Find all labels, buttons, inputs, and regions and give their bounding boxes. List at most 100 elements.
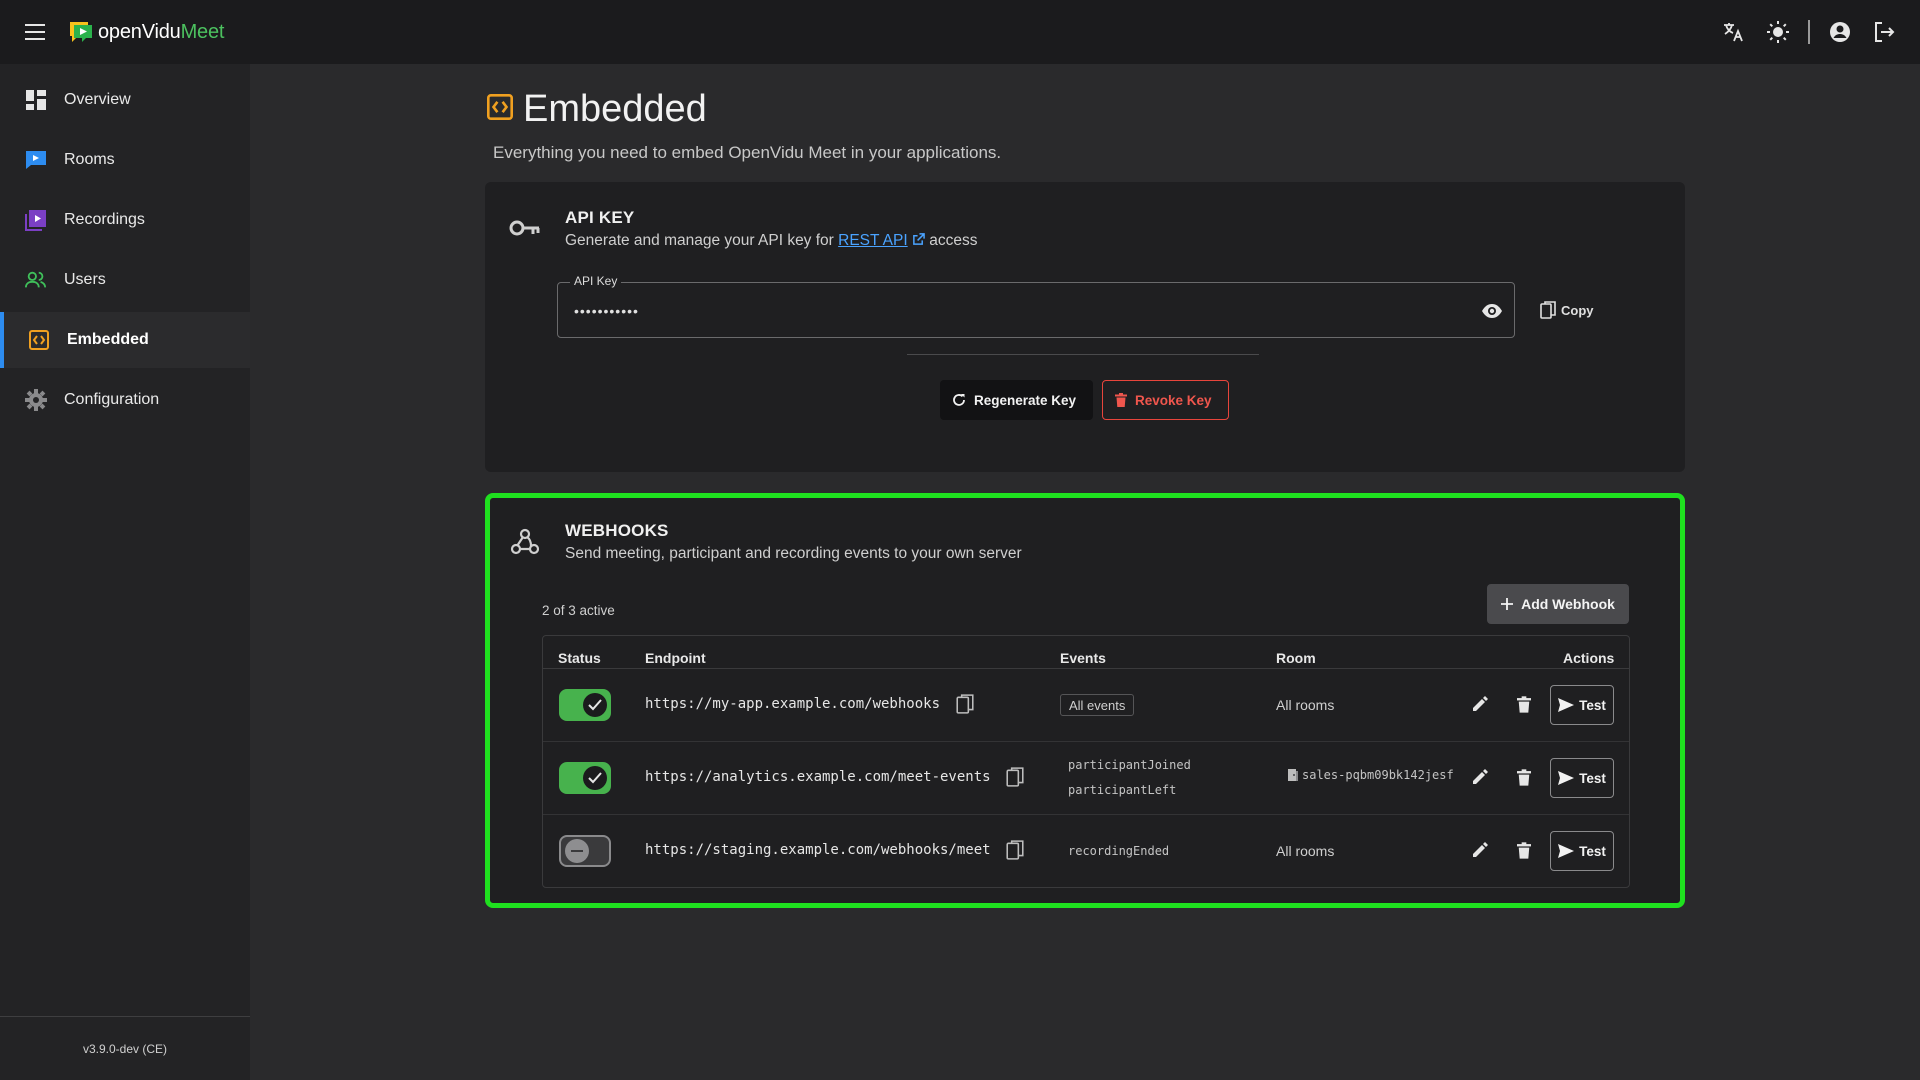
room-value: All rooms <box>1276 843 1335 859</box>
status-toggle[interactable] <box>559 689 611 721</box>
copy-icon <box>1540 301 1556 319</box>
table-row: https://my-app.example.com/webhooks All … <box>543 669 1629 742</box>
column-header-actions: Actions <box>1563 650 1615 666</box>
sidebar-item-users[interactable]: Users <box>0 252 250 308</box>
api-key-title: API KEY <box>565 208 635 227</box>
logout-icon[interactable] <box>1870 18 1898 46</box>
minus-icon <box>565 839 589 863</box>
api-key-desc-text: Generate and manage your API key for <box>565 232 839 249</box>
logo-text-open: openVidu <box>98 20 181 43</box>
revoke-key-button[interactable]: Revoke Key <box>1102 380 1229 420</box>
divider <box>907 354 1259 355</box>
test-label: Test <box>1579 697 1606 713</box>
copy-label: Copy <box>1561 302 1594 318</box>
edit-icon[interactable] <box>1467 837 1493 863</box>
sidebar-item-overview[interactable]: Overview <box>0 72 250 128</box>
api-key-desc-suffix: access <box>924 232 978 249</box>
room-name: sales-pqbm09bk142jesf <box>1302 768 1454 782</box>
top-app-bar: openViduMeet <box>0 0 1920 64</box>
api-key-description: Generate and manage your API key for RES… <box>565 232 978 250</box>
column-header-endpoint: Endpoint <box>645 650 706 666</box>
test-label: Test <box>1579 770 1606 786</box>
version-label: v3.9.0-dev (CE) <box>0 1016 250 1080</box>
column-header-status: Status <box>558 650 601 666</box>
sidebar-item-label: Rooms <box>64 151 115 168</box>
sidebar-item-embedded[interactable]: Embedded <box>0 312 250 368</box>
regenerate-key-label: Regenerate Key <box>974 392 1077 408</box>
add-webhook-button[interactable]: Add Webhook <box>1487 584 1629 624</box>
test-webhook-button[interactable]: Test <box>1550 758 1614 798</box>
send-icon <box>1558 844 1575 858</box>
video-library-icon <box>25 209 47 231</box>
account-icon[interactable] <box>1826 18 1854 46</box>
column-header-room: Room <box>1276 650 1316 666</box>
api-key-field[interactable]: API Key ••••••••••• <box>557 274 1515 338</box>
sidebar-item-label: Users <box>64 271 106 288</box>
delete-icon[interactable] <box>1511 691 1537 717</box>
brightness-icon[interactable] <box>1764 18 1792 46</box>
status-toggle[interactable] <box>559 835 611 867</box>
menu-icon[interactable] <box>18 14 54 50</box>
delete-icon[interactable] <box>1511 837 1537 863</box>
app-logo[interactable]: openViduMeet <box>68 20 224 44</box>
api-key-field-label: API Key <box>570 274 622 288</box>
add-webhook-label: Add Webhook <box>1521 596 1615 612</box>
key-icon <box>507 210 543 246</box>
webhook-endpoint: https://my-app.example.com/webhooks <box>645 696 941 712</box>
webhooks-description: Send meeting, participant and recording … <box>565 545 1022 562</box>
gear-icon <box>25 389 47 411</box>
app-name: openViduMeet <box>98 21 224 44</box>
webhook-endpoint: https://analytics.example.com/meet-event… <box>645 769 991 785</box>
translate-icon[interactable] <box>1720 18 1748 46</box>
sidebar-item-label: Overview <box>64 91 131 108</box>
api-key-card: API KEY Generate and manage your API key… <box>485 182 1685 472</box>
sidebar-item-recordings[interactable]: Recordings <box>0 192 250 248</box>
sidebar-item-label: Recordings <box>64 211 145 228</box>
external-link-icon <box>913 233 925 245</box>
test-webhook-button[interactable]: Test <box>1550 685 1614 725</box>
copy-api-key-button[interactable]: Copy <box>1540 298 1594 322</box>
copy-icon[interactable] <box>1002 837 1028 863</box>
event-name: recordingEnded <box>1068 844 1170 858</box>
users-icon <box>25 269 47 291</box>
webhook-icon <box>507 524 543 560</box>
events-chip: All events <box>1060 694 1135 716</box>
revoke-key-label: Revoke Key <box>1135 392 1212 408</box>
send-icon <box>1558 698 1575 712</box>
webhooks-table: Status Endpoint Events Room Actions http… <box>542 635 1630 888</box>
status-toggle[interactable] <box>559 762 611 794</box>
page-subtitle: Everything you need to embed OpenVidu Me… <box>493 143 1002 162</box>
check-icon <box>583 766 607 790</box>
sidebar-item-label: Embedded <box>67 331 149 348</box>
column-header-events: Events <box>1060 650 1106 666</box>
delete-icon[interactable] <box>1511 764 1537 790</box>
copy-icon[interactable] <box>1002 764 1028 790</box>
room-value: sales-pqbm09bk142jesf <box>1287 768 1454 782</box>
top-actions <box>1720 0 1898 64</box>
sidebar-item-label: Configuration <box>64 391 160 408</box>
edit-icon[interactable] <box>1467 764 1493 790</box>
edit-icon[interactable] <box>1467 691 1493 717</box>
test-webhook-button[interactable]: Test <box>1550 831 1614 871</box>
toolbar-divider <box>1808 20 1810 44</box>
room-value: All rooms <box>1276 697 1335 713</box>
chat-icon <box>25 149 47 171</box>
table-row: https://staging.example.com/webhooks/mee… <box>543 815 1629 888</box>
dashboard-icon <box>25 89 47 111</box>
eye-icon[interactable] <box>1478 297 1506 325</box>
copy-icon[interactable] <box>952 691 978 717</box>
send-icon <box>1558 771 1575 785</box>
code-icon <box>28 329 50 351</box>
regenerate-key-button[interactable]: Regenerate Key <box>940 380 1093 420</box>
code-icon <box>487 94 513 125</box>
api-key-input[interactable]: ••••••••••• <box>574 303 639 319</box>
sidebar-item-configuration[interactable]: Configuration <box>0 372 250 428</box>
sidebar: Overview Rooms Recordings Users Embedded… <box>0 64 250 1080</box>
rest-api-link[interactable]: REST API <box>838 232 908 249</box>
sidebar-item-rooms[interactable]: Rooms <box>0 132 250 188</box>
page-header: Embedded <box>487 88 707 131</box>
event-name: participantJoined <box>1068 758 1191 772</box>
webhooks-card: WEBHOOKS Send meeting, participant and r… <box>485 493 1685 908</box>
plus-icon <box>1501 598 1514 610</box>
table-row: https://analytics.example.com/meet-event… <box>543 742 1629 815</box>
